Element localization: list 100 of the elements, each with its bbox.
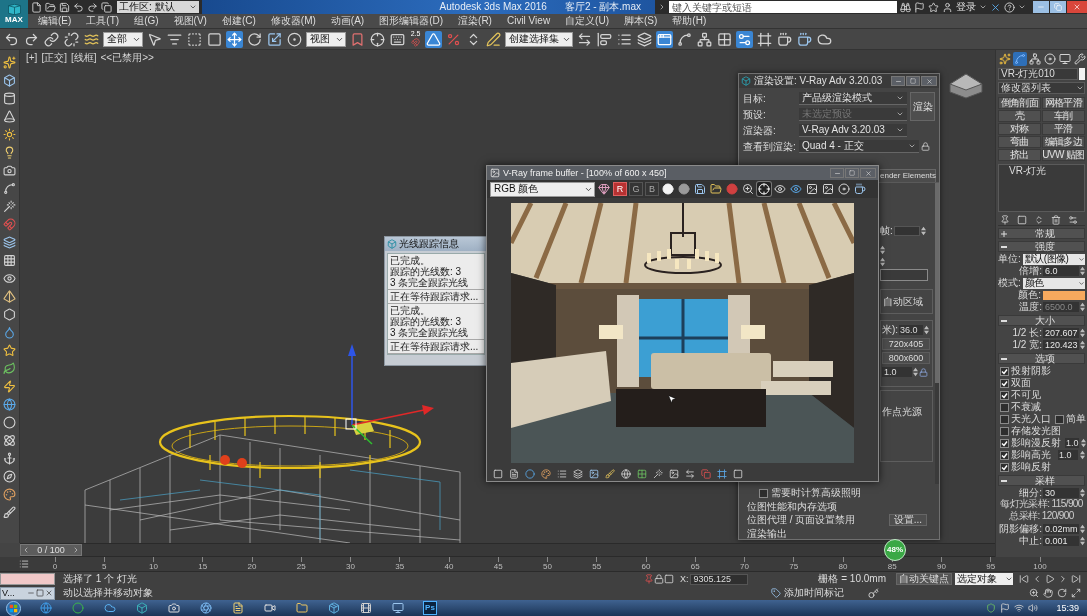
close-button[interactable] <box>1067 1 1087 13</box>
menu-item[interactable]: 帮助(H) <box>672 16 707 26</box>
close-button[interactable] <box>921 76 937 86</box>
rollout-header[interactable]: 采样 <box>998 475 1085 486</box>
rollout-header[interactable]: 选项 <box>998 353 1085 364</box>
rotate-icon[interactable] <box>1057 588 1067 598</box>
speaker-icon[interactable] <box>1028 603 1039 613</box>
toolbar-dropdown[interactable]: 全部 <box>103 31 143 47</box>
dashed-square-icon[interactable] <box>186 30 203 48</box>
undo-icon[interactable] <box>73 1 84 13</box>
skip-back-icon[interactable] <box>1019 574 1029 584</box>
lock-icon[interactable] <box>653 574 664 584</box>
menu-item[interactable]: Civil View <box>506 16 551 26</box>
square-icon[interactable] <box>206 30 223 48</box>
menu-item[interactable]: 脚本(S) <box>624 16 658 26</box>
curve-icon[interactable] <box>676 30 693 48</box>
auto-key-button[interactable]: 自动关键点 <box>896 573 952 585</box>
spinner-arrows-icon[interactable] <box>1080 438 1086 448</box>
grid-icon[interactable] <box>637 469 647 479</box>
image-icon[interactable] <box>821 182 835 196</box>
box-icon[interactable] <box>135 601 149 615</box>
param-dropdown[interactable]: 颜色 <box>1022 277 1085 289</box>
application-button[interactable]: MAX <box>0 0 28 28</box>
menu-item[interactable]: 修改器(M) <box>270 16 316 26</box>
square-icon[interactable] <box>1017 214 1027 225</box>
spinner-arrows-icon[interactable] <box>880 257 885 267</box>
square-icon[interactable] <box>733 469 743 479</box>
modifier-button[interactable]: 倒角剖面 <box>998 97 1041 109</box>
hand-icon[interactable] <box>1043 588 1053 598</box>
close-icon[interactable] <box>45 589 53 597</box>
square-icon[interactable] <box>663 574 674 584</box>
spinner-arrows-icon[interactable] <box>1080 536 1085 546</box>
compass-icon[interactable] <box>3 470 16 483</box>
workspace-dropdown[interactable]: 工作区: 默认 <box>117 1 199 13</box>
channel-dropdown[interactable]: RGB 颜色 <box>490 181 595 197</box>
lightning-icon[interactable] <box>3 380 16 393</box>
package-icon[interactable] <box>327 601 341 615</box>
viewport-label[interactable]: [线框] <box>70 53 97 63</box>
help-icon[interactable] <box>1004 1 1015 13</box>
curve-icon[interactable] <box>1013 51 1027 66</box>
spinner-field[interactable]: 1.0 <box>882 367 912 377</box>
viewport[interactable] <box>20 50 995 543</box>
spinner-field[interactable] <box>893 226 920 236</box>
view-cube-icon[interactable] <box>949 73 983 99</box>
spinner-arrows-icon[interactable] <box>1080 302 1085 312</box>
droplet-icon[interactable] <box>3 326 16 339</box>
gem-icon[interactable] <box>597 182 611 196</box>
modifier-button[interactable]: 弯曲 <box>998 136 1041 148</box>
channel-toggle[interactable]: B <box>645 182 659 196</box>
spinner-field[interactable]: 207.607 <box>1043 328 1079 338</box>
menu-item[interactable]: 视图(V) <box>173 16 207 26</box>
spinner-arrows-icon[interactable] <box>1080 328 1085 338</box>
folder-icon[interactable] <box>709 182 723 196</box>
globe-icon[interactable] <box>621 469 631 479</box>
box-icon[interactable] <box>3 74 16 87</box>
rollout-header[interactable]: 大小 <box>998 315 1085 326</box>
key-mode-dropdown[interactable]: 选定对象 <box>955 573 1013 585</box>
monitor-icon[interactable] <box>1058 51 1072 66</box>
setup-button[interactable]: 设置... <box>888 513 927 526</box>
spinner-arrows-icon[interactable] <box>920 226 926 236</box>
toolbar-dropdown[interactable]: 创建选择集 <box>505 31 573 47</box>
atom-icon[interactable] <box>3 434 16 447</box>
spinner-arrows-icon[interactable] <box>1080 488 1085 498</box>
image-icon[interactable] <box>589 469 599 479</box>
disc-icon[interactable] <box>837 182 851 196</box>
search-field[interactable]: 键入关键字或短语 <box>669 1 897 13</box>
grid-icon[interactable] <box>716 30 733 48</box>
spinner-field[interactable]: 0.02mm <box>1043 524 1079 534</box>
setting-dropdown[interactable]: Quad 4 - 正交 <box>799 140 919 153</box>
flag-icon[interactable] <box>914 1 925 13</box>
hexagon-icon[interactable] <box>3 308 16 321</box>
menu-item[interactable]: 编辑(E) <box>38 16 72 26</box>
frame-range-field[interactable] <box>880 269 928 281</box>
spinner-field[interactable]: 1.0 <box>1065 438 1079 448</box>
menu-item[interactable]: 渲染(R) <box>458 16 492 26</box>
globe-icon[interactable] <box>3 398 16 411</box>
menu-item[interactable]: 组(G) <box>134 16 159 26</box>
modifier-button[interactable]: 编辑多边 <box>1042 136 1085 148</box>
checkbox[interactable] <box>1055 414 1064 424</box>
sun-icon[interactable] <box>3 128 16 141</box>
spinner-arrows-icon[interactable] <box>1034 214 1044 225</box>
monitor-icon[interactable] <box>391 601 405 615</box>
binoculars-icon[interactable] <box>900 1 911 13</box>
circle-icon[interactable] <box>3 416 16 429</box>
save-icon[interactable] <box>693 182 707 196</box>
disc-icon[interactable] <box>1043 51 1057 66</box>
cup-icon[interactable] <box>776 30 793 48</box>
color-swatch[interactable] <box>1043 290 1085 300</box>
copy-icon[interactable] <box>101 1 112 13</box>
lock-icon[interactable] <box>921 142 930 151</box>
spinner-field[interactable]: 6.0 <box>1043 266 1079 276</box>
menu-item[interactable]: 创建(C) <box>221 16 256 26</box>
layers-icon[interactable] <box>573 469 583 479</box>
zoom-icon[interactable] <box>741 182 755 196</box>
spinner-arrows-icon[interactable] <box>1080 340 1085 350</box>
checkbox[interactable] <box>1000 450 1009 460</box>
checkbox[interactable] <box>1000 438 1009 448</box>
square-icon[interactable] <box>493 469 503 479</box>
lock-icon[interactable] <box>919 367 928 377</box>
clock[interactable]: 15:39 <box>1056 603 1079 613</box>
